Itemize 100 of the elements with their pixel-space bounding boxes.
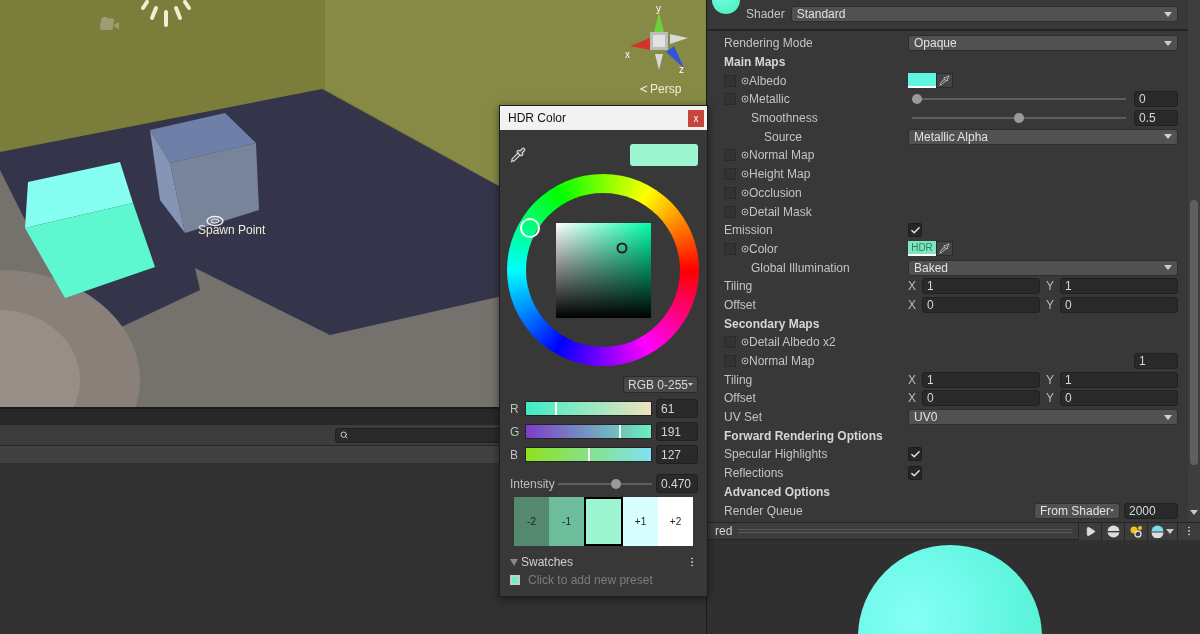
sun-icon [141,0,191,28]
checkbox[interactable] [908,466,922,481]
axis-label: z [679,64,684,75]
scroll-down-icon[interactable] [1190,510,1198,515]
number-field[interactable]: 0.5 [1134,110,1178,127]
dropdown[interactable]: UV0 [908,409,1178,426]
exposure-swatch[interactable]: +1 [623,497,658,546]
property-label: Normal Map [749,354,816,369]
property-label: Color [749,241,779,256]
lights-icon [1129,524,1143,538]
axis-label: Y [1046,297,1055,312]
preview-shape-dropdown[interactable] [1147,522,1177,540]
number-field[interactable]: 2000 [1124,502,1178,519]
slider-thumb[interactable] [1014,113,1024,124]
scrollbar-thumb[interactable] [1190,200,1198,465]
swatches-header[interactable]: Swatches [521,555,574,569]
eyedropper-button[interactable] [936,241,953,257]
perspective-icon [640,85,648,93]
saturation-value-square[interactable] [555,222,651,318]
number-field[interactable]: 1 [922,278,1040,295]
number-field[interactable]: 0 [1060,390,1178,407]
axis-label: X [908,391,917,406]
slider-thumb[interactable] [610,478,621,489]
checkbox[interactable] [908,447,922,462]
circle-dot-icon [741,207,749,216]
play-button[interactable] [1078,522,1101,540]
section-header: Main Maps [724,55,787,70]
channel-value-field[interactable]: 191 [656,422,698,441]
color-swatch[interactable] [908,73,936,89]
channel-value-field[interactable]: 61 [656,399,698,418]
camera-icon [97,17,119,31]
number-field[interactable]: 1 [1060,371,1178,388]
number-field[interactable]: 0 [922,390,1040,407]
property-label: Offset [724,391,757,406]
channel-label: B [510,447,519,462]
channel-slider[interactable] [525,424,652,439]
channel-handle[interactable] [587,448,590,461]
expand-triangle-icon[interactable] [510,558,518,566]
axis-cone-icon[interactable] [655,54,663,70]
preset-swatch[interactable] [510,575,520,585]
mode-dropdown[interactable]: RGB 0-255 [623,376,698,393]
eyedropper-icon[interactable] [510,147,526,163]
dropdown[interactable]: Baked [908,259,1178,276]
dropdown[interactable]: Opaque [908,35,1178,52]
section-header: Secondary Maps [724,316,821,331]
section-header: Forward Rendering Options [724,428,884,443]
property-label: Offset [724,297,757,312]
circle-dot-icon [741,151,749,160]
number-field[interactable]: 0 [922,296,1040,313]
lights-button[interactable] [1124,522,1147,540]
number-field[interactable]: 0 [1060,296,1178,313]
intensity-label: Intensity [510,476,556,491]
property-label: Source [764,129,804,144]
dropdown[interactable]: Standard [790,6,1178,22]
axis-label: x [625,49,630,60]
close-button[interactable]: x [688,109,704,127]
number-field[interactable]: 1 [1134,353,1178,370]
circle-dot-icon [741,244,749,253]
exposure-swatch[interactable]: -2 [514,497,549,546]
slider-thumb[interactable] [912,94,922,105]
axis-label: X [908,279,917,294]
section-header: Advanced Options [724,484,831,499]
axis-label: X [908,372,917,387]
axis-label: y [656,3,661,14]
channel-label: R [510,401,520,416]
axis-cone-icon[interactable] [670,34,688,44]
property-label: Specular Highlights [724,447,829,462]
property-label: Occlusion [749,185,803,200]
dropdown[interactable]: From Shader [1034,502,1120,519]
color-handle[interactable] [616,242,627,253]
exposure-swatch[interactable]: +2 [658,497,693,546]
property-label: Smoothness [751,111,819,126]
axis-cone-icon[interactable] [666,46,684,68]
dropdown[interactable]: Metallic Alpha [908,128,1178,145]
channel-handle[interactable] [618,425,621,438]
property-label: Albedo [749,73,788,88]
hue-handle[interactable] [520,218,540,238]
circle-dot-icon [741,76,749,85]
axis-label: Y [1046,372,1055,387]
checkbox[interactable] [908,223,922,238]
property-label: Rendering Mode [724,36,814,51]
axis-label: Y [1046,391,1055,406]
caret-icon [1164,11,1172,17]
search-icon [340,431,348,439]
number-field[interactable]: 1 [1060,278,1178,295]
intensity-field[interactable]: 0.470 [656,474,698,493]
channel-label: G [510,424,521,439]
number-field[interactable]: 0 [1134,91,1178,108]
scrollbar[interactable] [1188,0,1200,522]
object-label: Spawn Point [198,223,266,237]
sphere-button[interactable] [1101,522,1124,540]
channel-handle[interactable] [555,402,557,415]
property-label: Detail Mask [749,204,813,219]
number-field[interactable]: 1 [922,371,1040,388]
channel-slider[interactable] [525,401,652,416]
exposure-swatch[interactable]: -1 [549,497,584,546]
property-label: Metallic [749,92,791,107]
channel-value-field[interactable]: 127 [656,445,698,464]
eyedropper-button[interactable] [936,73,953,89]
exposure-swatch[interactable] [584,497,623,546]
